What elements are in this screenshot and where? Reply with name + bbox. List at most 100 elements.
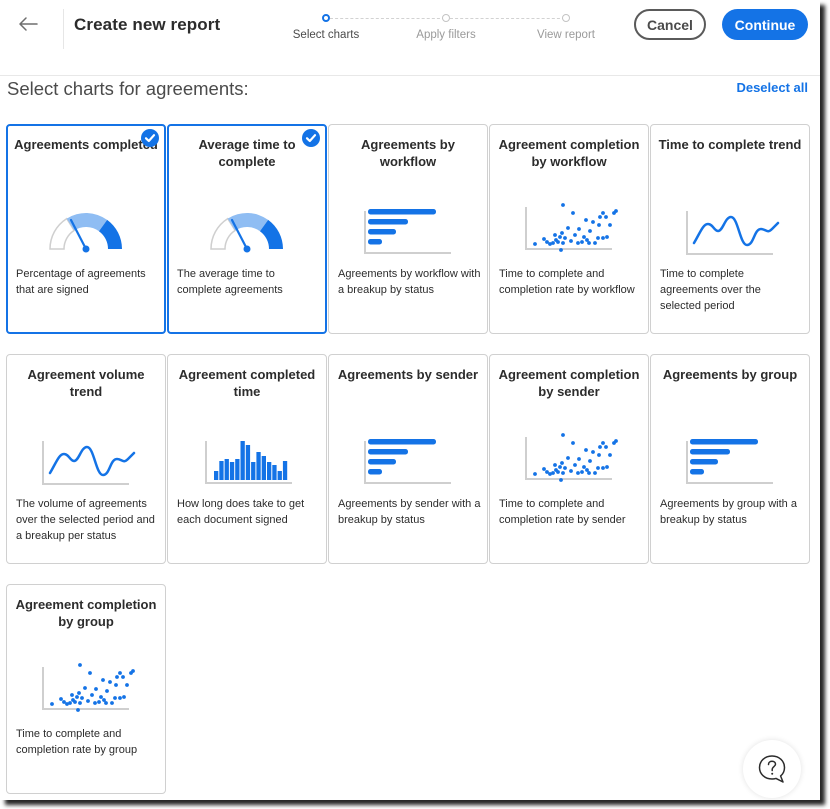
chart-card[interactable]: Agreements by group Agreements by group w… bbox=[650, 354, 810, 564]
histogram-bar bbox=[261, 456, 266, 480]
chart-card[interactable]: Agreement completion by sender Time to co… bbox=[489, 354, 649, 564]
horizontal-bar-chart-icon bbox=[364, 439, 451, 484]
step-label: Select charts bbox=[292, 29, 360, 41]
scatter-point bbox=[545, 240, 549, 244]
scatter-point bbox=[545, 470, 549, 474]
scatter-point bbox=[561, 203, 565, 207]
scatter-point bbox=[591, 450, 595, 454]
bar-mark bbox=[368, 229, 396, 235]
card-description: Agreements by group with a breakup by st… bbox=[660, 498, 797, 526]
scatter-point bbox=[593, 471, 597, 475]
bar-mark bbox=[368, 449, 408, 455]
chart-card[interactable]: Agreements by workflow Agreements by work… bbox=[328, 124, 488, 334]
arrow-left-icon bbox=[19, 17, 38, 31]
scatter-point bbox=[131, 669, 135, 673]
bar-mark bbox=[368, 459, 396, 465]
scatter-point bbox=[591, 220, 595, 224]
scatter-point bbox=[548, 242, 552, 246]
histogram-bar bbox=[219, 461, 224, 480]
bar-mark bbox=[368, 209, 436, 215]
chart-card[interactable]: Time to complete trend Time to complete a… bbox=[650, 124, 810, 334]
scatter-point bbox=[78, 663, 82, 667]
scatter-point bbox=[576, 471, 580, 475]
chart-card[interactable]: Agreement completion by workflow Time to … bbox=[489, 124, 649, 334]
histogram-bar bbox=[272, 465, 277, 480]
scatter-point bbox=[129, 671, 133, 675]
gauge-empty-segment bbox=[49, 217, 76, 250]
header: Create new report Select charts Apply fi… bbox=[0, 0, 820, 76]
scatter-point bbox=[90, 693, 94, 697]
scatter-point bbox=[588, 459, 592, 463]
horizontal-bar-chart-icon bbox=[686, 439, 773, 484]
scatter-point bbox=[102, 698, 106, 702]
scatter-point bbox=[585, 468, 589, 472]
chart-card[interactable]: Agreements completed Percentage of agreem… bbox=[6, 124, 166, 334]
scatter-point bbox=[576, 241, 580, 245]
histogram-bar bbox=[224, 459, 229, 480]
chart-axis bbox=[525, 207, 612, 250]
scatter-point bbox=[573, 233, 577, 237]
scatter-point bbox=[551, 241, 555, 245]
card-title: Agreements by group bbox=[662, 367, 798, 382]
create-report-page: Create new report Select charts Apply fi… bbox=[0, 0, 820, 800]
gauge-needle bbox=[69, 218, 88, 251]
scatter-point bbox=[587, 241, 591, 245]
scatter-point bbox=[584, 448, 588, 452]
chart-card[interactable]: Agreements by sender Agreements by sender… bbox=[328, 354, 488, 564]
chart-card[interactable]: Agreement volume trend The volume of agre… bbox=[6, 354, 166, 564]
scatter-point bbox=[597, 453, 601, 457]
continue-button[interactable]: Continue bbox=[722, 9, 808, 40]
card-title: Agreements by workflow bbox=[361, 137, 455, 169]
scatter-point bbox=[571, 211, 575, 215]
scatter-point bbox=[75, 695, 79, 699]
scatter-point bbox=[542, 467, 546, 471]
histogram-bar bbox=[282, 461, 288, 480]
scatter-point bbox=[569, 239, 573, 243]
scatter-point bbox=[93, 701, 97, 705]
step-label: Apply filters bbox=[416, 29, 476, 41]
scatter-point bbox=[601, 466, 605, 470]
histogram-bar bbox=[245, 445, 251, 480]
scatter-point bbox=[553, 463, 557, 467]
chart-axis bbox=[364, 211, 451, 254]
scatter-point bbox=[563, 466, 567, 470]
scatter-point bbox=[596, 236, 600, 240]
scatter-point bbox=[105, 689, 109, 693]
scatter-point bbox=[582, 465, 586, 469]
scatter-point bbox=[77, 691, 81, 695]
scatter-point bbox=[563, 236, 567, 240]
scatter-point bbox=[605, 235, 609, 239]
gauge-empty-segment bbox=[210, 217, 237, 250]
scatter-point bbox=[113, 696, 117, 700]
deselect-all-link[interactable]: Deselect all bbox=[736, 80, 808, 95]
scatter-point bbox=[601, 441, 605, 445]
checkmark-circle-icon[interactable] bbox=[302, 129, 320, 147]
scatter-point bbox=[73, 700, 77, 704]
card-title: Agreement completion by group bbox=[15, 597, 157, 629]
help-button[interactable] bbox=[743, 740, 801, 798]
chart-card[interactable]: Agreement completion by group Time to com… bbox=[6, 584, 166, 794]
scatter-point bbox=[598, 445, 602, 449]
scatter-point bbox=[122, 695, 126, 699]
scatter-point bbox=[593, 241, 597, 245]
card-description: The volume of agreements over the select… bbox=[16, 498, 155, 542]
scatter-point bbox=[588, 229, 592, 233]
scatter-point bbox=[556, 240, 560, 244]
scatter-point bbox=[612, 441, 616, 445]
card-title: Agreement volume trend bbox=[27, 367, 145, 399]
scatter-point bbox=[566, 456, 570, 460]
bar-mark bbox=[368, 439, 436, 445]
scatter-point bbox=[560, 461, 564, 465]
scatter-point bbox=[533, 472, 537, 476]
chart-card[interactable]: Average time to complete The average time… bbox=[167, 124, 327, 334]
checkmark-circle-icon[interactable] bbox=[141, 129, 159, 147]
chart-card[interactable]: Agreement completed time How long does ta… bbox=[167, 354, 327, 564]
scatter-point bbox=[608, 453, 612, 457]
cancel-button[interactable]: Cancel bbox=[634, 9, 706, 40]
scatter-point bbox=[596, 466, 600, 470]
scatter-point bbox=[614, 209, 618, 213]
back-button[interactable] bbox=[14, 12, 42, 36]
scatter-point bbox=[577, 227, 581, 231]
gauge-high-segment bbox=[98, 219, 122, 249]
scatter-point bbox=[573, 463, 577, 467]
